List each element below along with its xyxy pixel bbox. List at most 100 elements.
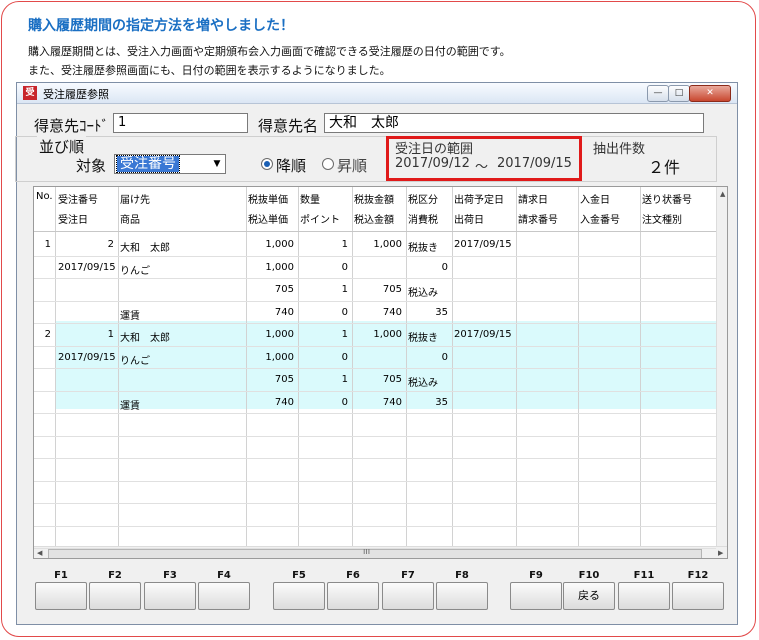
table-cell[interactable]: 2017/09/15 [454,239,512,250]
table-cell[interactable]: 705 [275,374,294,385]
table-cell[interactable]: 0 [342,397,348,408]
table-cell[interactable]: 2 [45,329,51,340]
table-cell[interactable]: 大和 太郎 [120,239,170,254]
radio-ascending-label[interactable]: 昇順 [337,155,367,176]
table-cell[interactable]: 0 [442,352,448,363]
table-cell[interactable]: 税込み [408,284,438,299]
column-header[interactable]: 受注番号 [58,191,98,206]
fkey-button-f6[interactable] [327,582,379,610]
column-header[interactable]: 税抜単価 [248,191,288,206]
fkey-button-f9[interactable] [510,582,562,610]
table-cell[interactable]: 705 [383,374,402,385]
table-cell[interactable]: 705 [275,284,294,295]
fkey-button-f12[interactable] [672,582,724,610]
table-cell[interactable]: 運賃 [120,397,140,412]
scroll-thumb[interactable]: III [48,547,702,558]
column-header[interactable]: ポイント [300,211,340,226]
fkey-button-f2[interactable] [89,582,141,610]
table-cell[interactable]: 2017/09/15 [58,262,116,273]
fkey-label-f10: F10 [578,570,600,581]
customer-name-field[interactable]: 大和 太郎 [324,113,704,133]
fkey-button-f11[interactable] [618,582,670,610]
table-cell[interactable]: 1,000 [373,329,402,340]
table-cell[interactable]: 1,000 [265,239,294,250]
customer-code-field[interactable]: 1 [113,113,248,133]
table-cell[interactable]: 705 [383,284,402,295]
table-cell[interactable]: 1 [342,374,348,385]
fkey-label-f9: F9 [529,570,543,581]
scroll-left-icon[interactable]: ◀ [37,549,42,557]
scroll-right-icon[interactable]: ▶ [718,549,723,557]
table-cell[interactable]: 2017/09/15 [58,352,116,363]
table-cell[interactable]: 税抜き [408,329,438,344]
table-cell[interactable]: りんご [120,352,150,367]
close-button[interactable]: ✕ [689,85,731,102]
column-header[interactable]: No. [36,191,53,202]
table-cell[interactable]: 0 [342,262,348,273]
table-cell[interactable]: りんご [120,262,150,277]
column-header[interactable]: 税抜金額 [354,191,394,206]
table-cell[interactable]: 大和 太郎 [120,329,170,344]
table-cell[interactable]: 1,000 [265,262,294,273]
order-history-grid[interactable]: ▲ ◀ III ▶ No. 受注番号 届け先 税抜単価 数量 税抜金額 税区分 出荷予定日 請求… [33,186,728,559]
scroll-up-icon[interactable]: ▲ [720,190,725,198]
title-bar[interactable]: 受 受注履歴参照 — □ ✕ [17,83,737,104]
fkey-button-f1[interactable] [35,582,87,610]
fkey-button-f3[interactable] [144,582,196,610]
chevron-down-icon[interactable]: ▼ [210,156,224,172]
table-cell[interactable]: 税込み [408,374,438,389]
radio-descending-label[interactable]: 降順 [276,155,306,176]
table-cell[interactable]: 35 [435,307,448,318]
column-header[interactable]: 入金番号 [580,211,620,226]
table-cell[interactable]: 740 [275,397,294,408]
table-cell[interactable]: 1 [342,329,348,340]
row-divider [34,300,716,302]
column-header[interactable]: 税区分 [408,191,438,206]
column-header[interactable]: 受注日 [58,211,88,226]
column-header[interactable]: 出荷予定日 [454,191,504,206]
vertical-scrollbar[interactable]: ▲ [716,187,727,547]
table-cell[interactable]: 1 [108,329,114,340]
column-header[interactable]: 注文種別 [642,211,682,226]
radio-ascending[interactable] [322,158,334,170]
column-header[interactable]: 請求日 [518,191,548,206]
column-header[interactable]: 請求番号 [518,211,558,226]
column-header[interactable]: 数量 [300,191,320,206]
fkey-button-f10[interactable]: 戻る [563,582,615,610]
column-header[interactable]: 消費税 [408,211,438,226]
column-header[interactable]: 税込単価 [248,211,288,226]
table-cell[interactable]: 1 [45,239,51,250]
table-cell[interactable]: 740 [275,307,294,318]
maximize-button[interactable]: □ [668,85,690,102]
table-cell[interactable]: 1,000 [373,239,402,250]
table-cell[interactable]: 740 [383,307,402,318]
table-cell[interactable]: 35 [435,397,448,408]
table-cell[interactable]: 2017/09/15 [454,329,512,340]
table-cell[interactable]: 2 [108,239,114,250]
column-header[interactable]: 税込金額 [354,211,394,226]
column-header[interactable]: 届け先 [120,191,150,206]
column-header[interactable]: 入金日 [580,191,610,206]
column-header[interactable]: 出荷日 [454,211,484,226]
table-cell[interactable]: 0 [342,307,348,318]
table-cell[interactable]: 740 [383,397,402,408]
table-cell[interactable]: 1 [342,239,348,250]
table-cell[interactable]: 1,000 [265,329,294,340]
table-cell[interactable]: 0 [442,262,448,273]
column-header[interactable]: 送り状番号 [642,191,692,206]
target-select[interactable]: 受注番号 ▼ [114,154,226,174]
table-cell[interactable]: 1 [342,284,348,295]
fkey-button-f5[interactable] [273,582,325,610]
row-divider [34,548,716,549]
column-header[interactable]: 商品 [120,211,140,226]
fkey-button-f8[interactable] [436,582,488,610]
table-cell[interactable]: 0 [342,352,348,363]
row-divider [34,413,716,414]
radio-descending[interactable] [261,158,273,170]
table-cell[interactable]: 運賃 [120,307,140,322]
fkey-button-f7[interactable] [382,582,434,610]
fkey-button-f4[interactable] [198,582,250,610]
table-cell[interactable]: 1,000 [265,352,294,363]
minimize-button[interactable]: — [647,85,669,102]
table-cell[interactable]: 税抜き [408,239,438,254]
